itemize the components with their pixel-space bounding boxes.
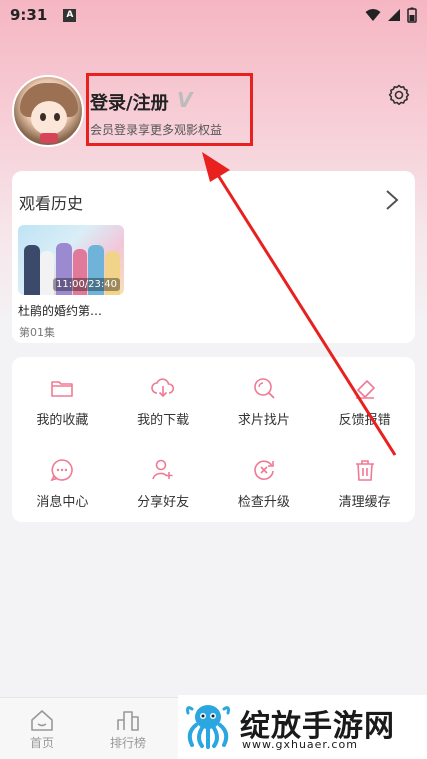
menu-item-downloads[interactable]: 我的下载 — [113, 357, 214, 439]
notification-icon: A — [63, 8, 77, 22]
menu-item-request[interactable]: 求片找片 — [214, 357, 315, 439]
history-title: 观看历史 — [19, 194, 84, 213]
nav-label: 首页 — [29, 736, 54, 750]
battery-icon — [407, 7, 417, 23]
chevron-right-icon[interactable] — [385, 189, 399, 211]
watch-history-card: 观看历史 11:00/23:40 杜鹃的婚约第… 第01集 — [12, 171, 415, 343]
menu-label: 分享好友 — [137, 495, 190, 510]
menu-label: 我的收藏 — [36, 413, 89, 428]
feature-menu-card: 我的收藏 我的下载 求片找片 反馈报错 消息中心 分享好友 检查升级 清理缓存 — [12, 357, 415, 522]
octopus-logo-icon — [186, 705, 230, 749]
menu-label: 消息中心 — [36, 495, 89, 510]
signal-icon — [388, 9, 400, 21]
folder-icon — [51, 381, 74, 397]
menu-item-clear-cache[interactable]: 清理缓存 — [314, 439, 415, 521]
trash-icon — [355, 460, 374, 481]
menu-item-share[interactable]: 分享好友 — [113, 439, 214, 521]
menu-item-favorites[interactable]: 我的收藏 — [12, 357, 113, 439]
menu-item-update[interactable]: 检查升级 — [214, 439, 315, 521]
login-subtitle: 会员登录享更多观影权益 — [90, 123, 223, 137]
search-icon — [254, 378, 275, 399]
watermark-url: www.gxhuaer.com — [242, 738, 358, 751]
nav-item-ranking[interactable]: 排行榜 — [98, 708, 158, 751]
profile-section: 登录/注册 V 会员登录享更多观影权益 — [12, 73, 415, 153]
history-progress: 11:00/23:40 — [52, 278, 120, 291]
watermark-banner: 绽放手游网 www.gxhuaer.com — [178, 695, 427, 759]
settings-icon[interactable] — [387, 83, 411, 107]
nav-label: 排行榜 — [109, 736, 146, 750]
cloud-download-icon — [151, 378, 175, 398]
ranking-icon — [117, 711, 139, 731]
history-thumbnail[interactable]: 11:00/23:40 — [18, 225, 124, 295]
menu-label: 反馈报错 — [338, 413, 391, 428]
menu-label: 我的下载 — [137, 413, 190, 428]
history-item-episode: 第01集 — [19, 326, 55, 339]
eraser-icon — [355, 380, 375, 399]
history-item-name[interactable]: 杜鹃的婚约第… — [18, 302, 128, 319]
message-icon — [50, 459, 74, 482]
menu-label: 求片找片 — [237, 413, 290, 428]
login-register-button[interactable]: 登录/注册 — [90, 89, 169, 115]
nav-item-home[interactable]: 首页 — [12, 708, 72, 751]
menu-item-feedback[interactable]: 反馈报错 — [314, 357, 415, 439]
status-time: 9:31 — [10, 6, 48, 24]
menu-label: 清理缓存 — [338, 495, 391, 510]
menu-item-messages[interactable]: 消息中心 — [12, 439, 113, 521]
avatar[interactable] — [12, 75, 84, 147]
vip-badge: V — [177, 88, 193, 112]
add-user-icon — [152, 459, 173, 480]
wifi-icon — [365, 9, 381, 21]
update-icon — [254, 460, 274, 480]
menu-label: 检查升级 — [237, 495, 290, 510]
home-icon — [31, 710, 53, 731]
status-bar: 9:31 A — [0, 0, 427, 30]
